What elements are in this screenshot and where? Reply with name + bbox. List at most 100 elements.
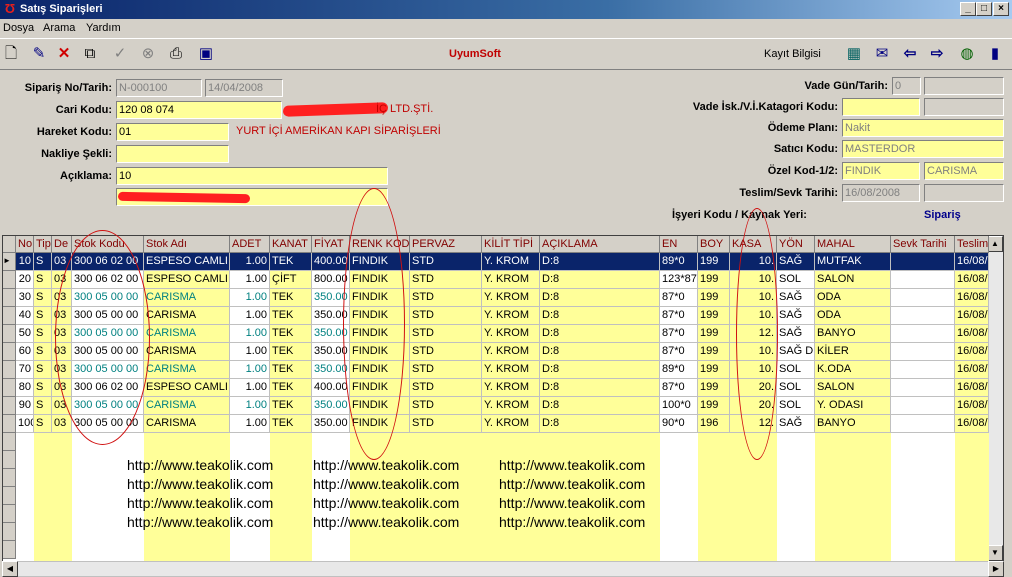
row-indicator[interactable]: [3, 397, 16, 415]
order-lines-grid[interactable]: ▲ ▼ No Tip De Stok Kodu Stok Adı ADET KANAT FİY…: [2, 235, 1004, 562]
grid-cell[interactable]: S: [34, 307, 52, 325]
row-indicator[interactable]: ►: [3, 253, 16, 271]
grid-cell[interactable]: Y. KROM: [482, 397, 540, 415]
scroll-right-icon[interactable]: ▶: [988, 561, 1004, 577]
grid-cell[interactable]: 350.00: [312, 397, 350, 415]
row-indicator[interactable]: [3, 487, 16, 505]
grid-cell[interactable]: 1.00: [230, 289, 270, 307]
grid-cell[interactable]: KİLER: [815, 343, 891, 361]
grid-cell[interactable]: 20: [16, 271, 34, 289]
grid-cell[interactable]: 87*0: [660, 325, 698, 343]
grid-cell[interactable]: S: [34, 289, 52, 307]
grid-cell[interactable]: TEK: [270, 415, 312, 433]
grid-cell[interactable]: K.ODA: [815, 361, 891, 379]
row-indicator[interactable]: [3, 361, 16, 379]
grid-cell[interactable]: BANYO: [815, 415, 891, 433]
grid-cell[interactable]: CARISMA: [144, 397, 230, 415]
grid-cell[interactable]: STD: [410, 415, 482, 433]
grid-cell[interactable]: SALON: [815, 271, 891, 289]
grid-cell[interactable]: ODA: [815, 289, 891, 307]
grid-cell[interactable]: S: [34, 415, 52, 433]
odeme-plani-field[interactable]: Nakit: [842, 119, 1004, 137]
grid-cell[interactable]: TEK: [270, 289, 312, 307]
grid-header-cell[interactable]: Teslim: [955, 236, 989, 253]
grid-header-cell[interactable]: BOY: [698, 236, 730, 253]
row-indicator[interactable]: [3, 469, 16, 487]
grid-cell[interactable]: STD: [410, 289, 482, 307]
grid-cell[interactable]: [891, 271, 955, 289]
copy-icon[interactable]: ⧉: [79, 43, 101, 65]
grid-header-cell[interactable]: Stok Adı: [144, 236, 230, 253]
grid-cell[interactable]: TEK: [270, 361, 312, 379]
grid-cell[interactable]: SOL: [777, 361, 815, 379]
grid-cell[interactable]: 199: [698, 343, 730, 361]
grid-cell[interactable]: CARISMA: [144, 325, 230, 343]
arrow-left-icon[interactable]: ⇦: [899, 43, 921, 65]
siparis-tarih-field[interactable]: 14/04/2008: [205, 79, 283, 97]
row-indicator[interactable]: [3, 325, 16, 343]
grid-cell[interactable]: 199: [698, 289, 730, 307]
grid-cell[interactable]: 1.00: [230, 307, 270, 325]
check-icon[interactable]: ✓: [109, 43, 131, 65]
grid-cell[interactable]: D:8: [540, 325, 660, 343]
grid-cell[interactable]: 87*0: [660, 343, 698, 361]
grid-cell[interactable]: 90: [16, 397, 34, 415]
grid-cell[interactable]: 16/08/: [955, 379, 989, 397]
satici-kodu-field[interactable]: MASTERDOR: [842, 140, 1004, 158]
grid-cell[interactable]: 1.00: [230, 361, 270, 379]
edit-doc-icon[interactable]: ✎: [28, 43, 50, 65]
grid-cell[interactable]: Y. KROM: [482, 361, 540, 379]
grid-cell[interactable]: TEK: [270, 397, 312, 415]
grid-cell[interactable]: 80: [16, 379, 34, 397]
cancel-icon[interactable]: ⊗: [137, 43, 159, 65]
grid-cell[interactable]: 60: [16, 343, 34, 361]
grid-cell[interactable]: 1.00: [230, 271, 270, 289]
grid-header-cell[interactable]: De: [52, 236, 72, 253]
grid-cell[interactable]: 16/08/: [955, 415, 989, 433]
grid-cell[interactable]: Y. KROM: [482, 379, 540, 397]
grid-cell[interactable]: SOL: [777, 379, 815, 397]
grid-cell[interactable]: [891, 307, 955, 325]
grid-cell[interactable]: 199: [698, 307, 730, 325]
grid-cell[interactable]: 50: [16, 325, 34, 343]
row-indicator[interactable]: [3, 451, 16, 469]
grid-cell[interactable]: 350.00: [312, 415, 350, 433]
grid-cell[interactable]: SAĞ: [777, 289, 815, 307]
building-icon[interactable]: ▮: [984, 43, 1006, 65]
grid-cell[interactable]: STD: [410, 361, 482, 379]
grid-cell[interactable]: Y. KROM: [482, 415, 540, 433]
grid-cell[interactable]: SOL: [777, 271, 815, 289]
grid-header-cell[interactable]: FİYAT: [312, 236, 350, 253]
grid-cell[interactable]: CARISMA: [144, 415, 230, 433]
grid-cell[interactable]: SALON: [815, 379, 891, 397]
row-indicator[interactable]: [3, 505, 16, 523]
grid-cell[interactable]: S: [34, 253, 52, 271]
grid-cell[interactable]: D:8: [540, 397, 660, 415]
delete-icon[interactable]: ✕: [53, 43, 75, 65]
grid-cell[interactable]: 123*87: [660, 271, 698, 289]
grid-cell[interactable]: STD: [410, 379, 482, 397]
grid-cell[interactable]: CARISMA: [144, 343, 230, 361]
row-indicator[interactable]: [3, 379, 16, 397]
grid-cell[interactable]: STD: [410, 325, 482, 343]
maximize-button[interactable]: □: [976, 2, 992, 16]
nakliye-field[interactable]: [116, 145, 229, 163]
teslim-tarih-field[interactable]: 16/08/2008: [842, 184, 920, 202]
grid-cell[interactable]: CARISMA: [144, 307, 230, 325]
grid-cell[interactable]: Y. KROM: [482, 307, 540, 325]
grid-cell[interactable]: 16/08/: [955, 253, 989, 271]
grid-cell[interactable]: 100: [16, 415, 34, 433]
grid-cell[interactable]: D:8: [540, 361, 660, 379]
grid-cell[interactable]: 196: [698, 415, 730, 433]
grid-cell[interactable]: 10: [16, 253, 34, 271]
grid-cell[interactable]: Y. KROM: [482, 271, 540, 289]
grid-cell[interactable]: S: [34, 343, 52, 361]
grid-cell[interactable]: [891, 289, 955, 307]
grid-cell[interactable]: 100*0: [660, 397, 698, 415]
grid-cell[interactable]: ÇİFT: [270, 271, 312, 289]
grid-cell[interactable]: S: [34, 325, 52, 343]
menu-dosya[interactable]: Dosya: [3, 22, 34, 34]
grid-header-cell[interactable]: ADET: [230, 236, 270, 253]
ozel-kod-1-field[interactable]: FINDIK: [842, 162, 920, 180]
grid-cell[interactable]: S: [34, 271, 52, 289]
